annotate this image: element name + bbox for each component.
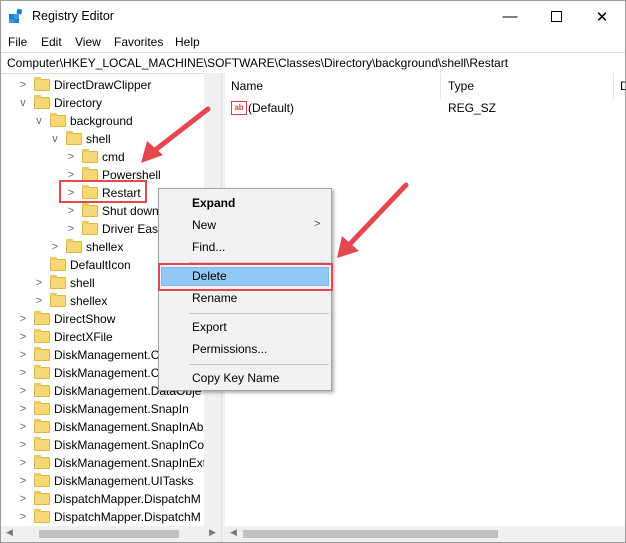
annotation-arrow-shaft	[151, 106, 211, 154]
annotation-arrow-shaft	[346, 182, 409, 248]
annotation-arrows	[141, 106, 409, 258]
registry-editor-window: Registry Editor — ✕ File Edit View Favor…	[0, 0, 626, 543]
